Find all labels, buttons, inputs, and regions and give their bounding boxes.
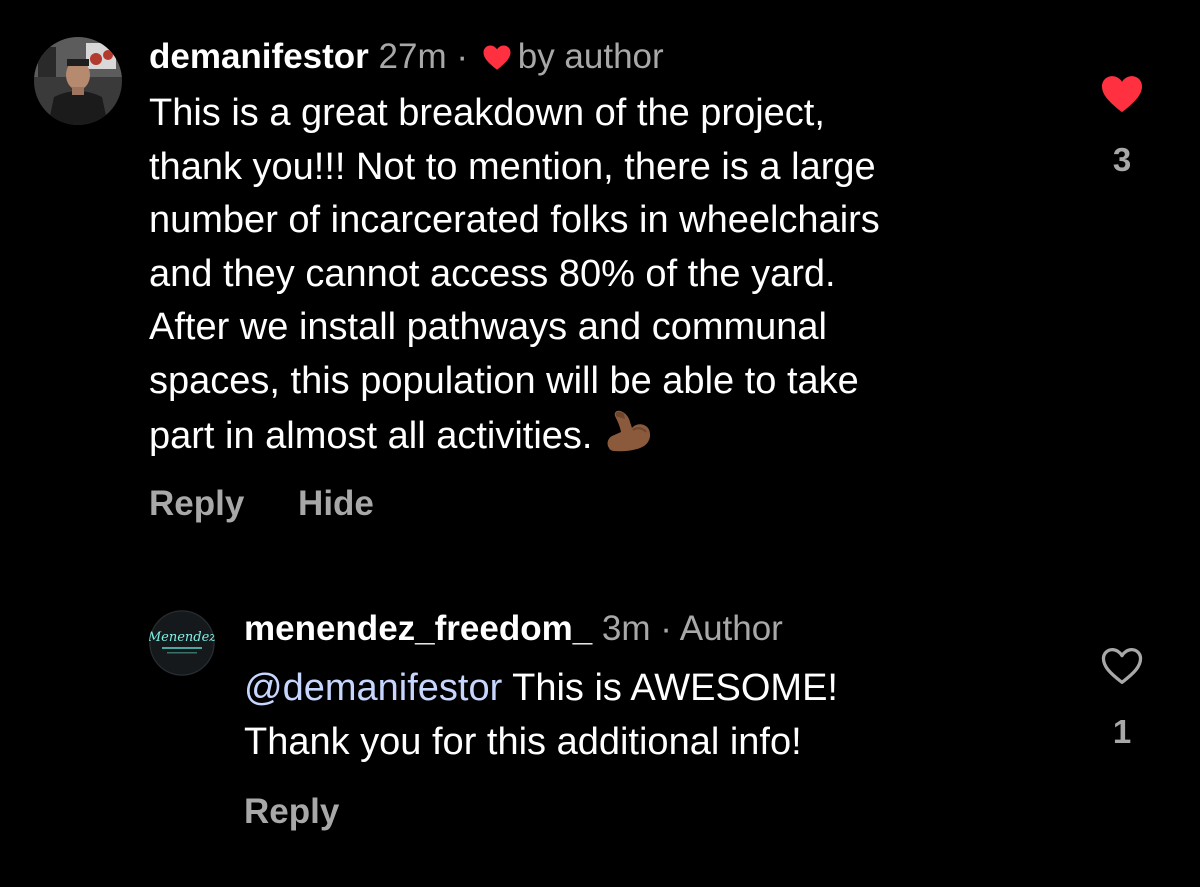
- comment-line: thank you!!! Not to mention, there is a …: [149, 145, 876, 188]
- author-badge: Author: [679, 609, 783, 648]
- like-count: 1: [1112, 713, 1132, 750]
- comment-line: spaces, this population will be able to …: [149, 359, 859, 402]
- timestamp: 3m: [601, 609, 651, 648]
- comment-actions: Reply Hide: [149, 484, 374, 524]
- meta-separator: ·: [456, 37, 468, 76]
- comment-line: Thank you for this additional info!: [244, 720, 802, 763]
- like-column: 3: [1092, 74, 1152, 179]
- comment-header: demanifestor 27m · by author: [149, 37, 664, 80]
- comment-header: menendez_freedom_ 3m · Author: [244, 609, 783, 649]
- comment-body: @demanifestor This is AWESOME! Thank you…: [244, 662, 838, 769]
- comment-line: number of incarcerated folks in wheelcha…: [149, 199, 880, 241]
- meta-separator: ·: [660, 609, 672, 648]
- comment-body: This is a great breakdown of the project…: [149, 87, 880, 470]
- like-column: 1: [1092, 646, 1152, 751]
- comment-demanifestor: demanifestor 27m · by author This is a g…: [0, 0, 1200, 540]
- username[interactable]: demanifestor: [149, 37, 369, 76]
- comments-screen: demanifestor 27m · by author This is a g…: [0, 0, 1200, 887]
- timestamp: 27m: [378, 37, 447, 76]
- comment-actions: Reply: [244, 792, 339, 832]
- avatar-demanifestor[interactable]: [34, 37, 122, 125]
- comment-line-text: This is AWESOME!: [502, 667, 838, 709]
- comment-line: @demanifestor This is AWESOME!: [244, 662, 838, 716]
- reply-button[interactable]: Reply: [149, 484, 244, 523]
- heart-icon: [482, 40, 512, 80]
- comment-line: and they cannot access 80% of the yard.: [149, 252, 836, 295]
- mention-link[interactable]: @demanifestor: [244, 667, 502, 709]
- like-count: 3: [1112, 141, 1132, 178]
- comment-line-text: part in almost all activities.: [149, 415, 593, 457]
- reply-button[interactable]: Reply: [244, 792, 339, 831]
- heart-filled-icon[interactable]: [1092, 74, 1152, 119]
- flexed-biceps-icon: [603, 408, 653, 470]
- comment-line: After we install pathways and communal: [149, 306, 827, 348]
- comment-line: This is a great breakdown of the project…: [149, 92, 825, 134]
- hide-button[interactable]: Hide: [298, 484, 374, 523]
- svg-text:Menendez: Menendez: [149, 630, 215, 645]
- comment-menendez-freedom: Menendez menendez_freedom_ 3m · Author @…: [0, 560, 1200, 880]
- avatar-menendez-freedom[interactable]: Menendez: [149, 610, 215, 676]
- liked-by-author-label: by author: [517, 37, 664, 76]
- username[interactable]: menendez_freedom_: [244, 609, 592, 648]
- heart-outline-icon[interactable]: [1092, 646, 1152, 691]
- comment-line-last: part in almost all activities.: [149, 408, 880, 470]
